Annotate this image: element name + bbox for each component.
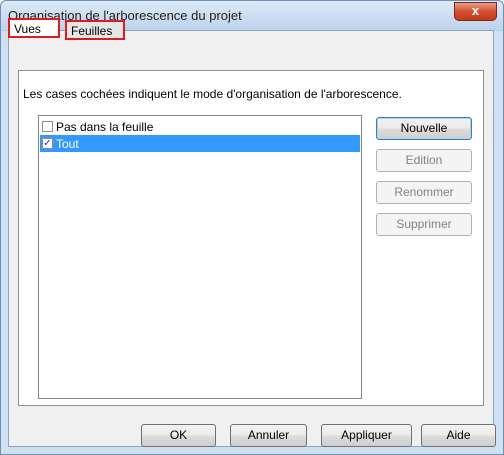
organisation-listbox[interactable]: Pas dans la feuille ✓ Tout: [38, 115, 362, 399]
ok-button[interactable]: OK: [141, 424, 216, 447]
new-button[interactable]: Nouvelle: [376, 117, 472, 140]
description-text: Les cases cochées indiquent le mode d'or…: [23, 87, 402, 101]
delete-button[interactable]: Supprimer: [376, 213, 472, 236]
tab-feuilles-label: Feuilles: [71, 24, 113, 38]
list-item-label: Tout: [56, 136, 79, 151]
cancel-button[interactable]: Annuler: [230, 424, 307, 447]
help-button[interactable]: Aide: [421, 424, 496, 447]
checkbox-pas-dans-la-feuille[interactable]: [42, 121, 53, 132]
edit-button[interactable]: Edition: [376, 149, 472, 172]
list-item[interactable]: Pas dans la feuille: [40, 118, 360, 135]
tab-vues-label: Vues: [14, 22, 41, 36]
apply-button[interactable]: Appliquer: [321, 424, 412, 447]
list-item-selected[interactable]: ✓ Tout: [40, 135, 360, 152]
close-icon: x: [471, 3, 480, 18]
tab-vues[interactable]: Vues: [8, 18, 60, 38]
close-button[interactable]: x: [454, 2, 497, 21]
rename-button[interactable]: Renommer: [376, 181, 472, 204]
checkbox-tout[interactable]: ✓: [42, 138, 53, 149]
tab-feuilles[interactable]: Feuilles: [65, 20, 125, 40]
list-item-label: Pas dans la feuille: [56, 119, 154, 134]
